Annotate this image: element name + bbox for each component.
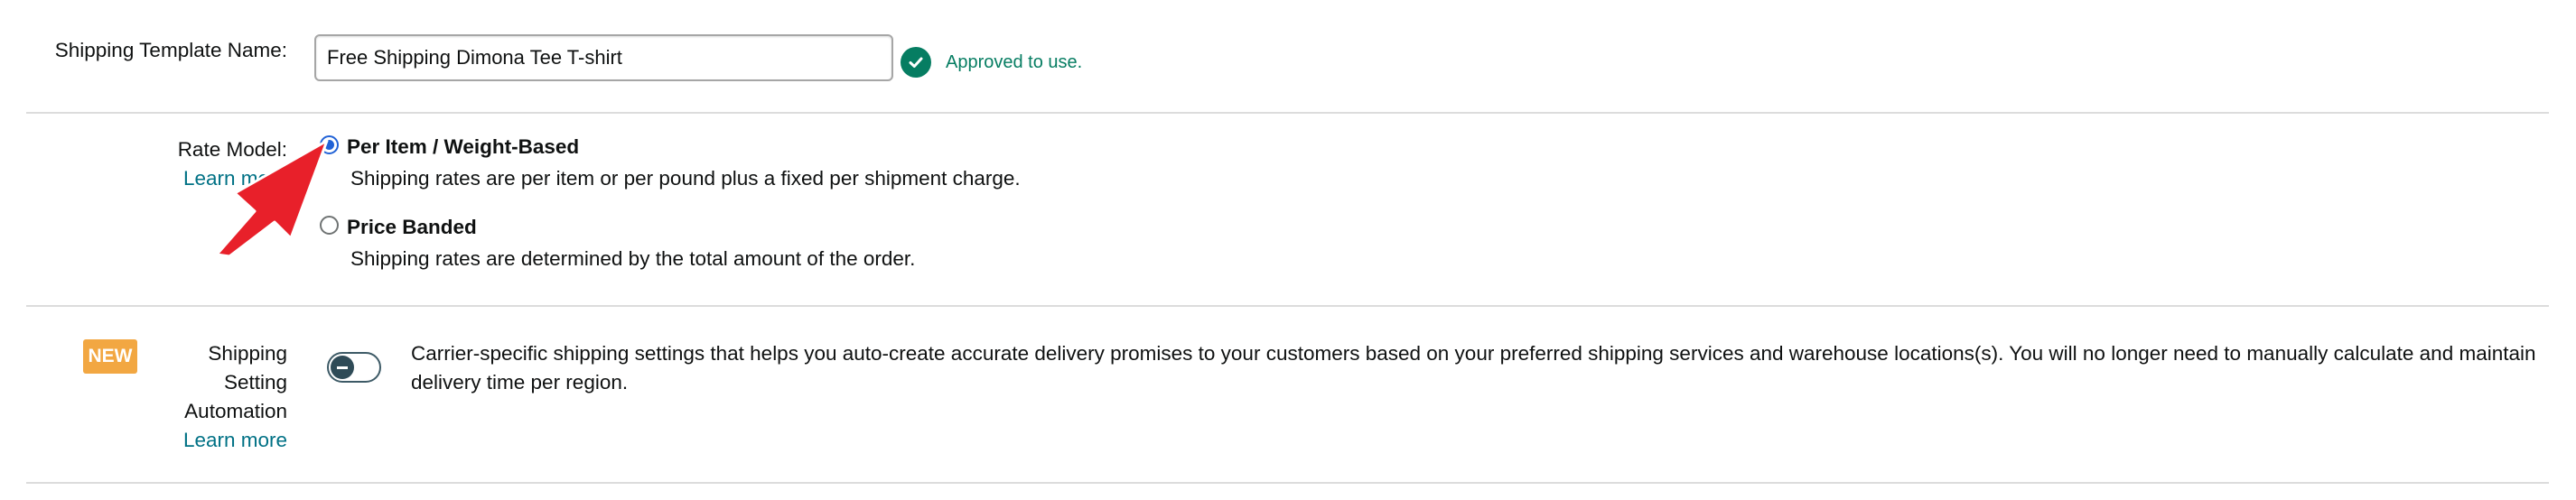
automation-learn-more-link[interactable]: Learn more <box>145 426 287 455</box>
option-price-banded-description: Shipping rates are determined by the tot… <box>350 247 916 270</box>
annotation-arrow-icon <box>215 139 329 258</box>
section-divider <box>26 112 2549 114</box>
template-name-label: Shipping Template Name: <box>54 39 287 61</box>
option-per-item-title: Per Item / Weight-Based <box>347 135 580 158</box>
shipping-template-form: Shipping Template Name: Approved to use.… <box>0 0 2576 500</box>
template-name-input[interactable] <box>314 34 893 81</box>
check-circle-icon <box>901 47 931 78</box>
section-divider <box>26 305 2549 307</box>
new-badge: NEW <box>83 339 137 374</box>
option-per-item-description: Shipping rates are per item or per pound… <box>350 167 1021 190</box>
automation-toggle[interactable] <box>327 352 381 383</box>
automation-label-line1: Shipping <box>208 342 287 365</box>
section-divider <box>26 482 2549 484</box>
automation-label-line3: Automation <box>184 400 287 422</box>
approval-status-text: Approved to use. <box>946 51 1083 72</box>
option-price-banded-title: Price Banded <box>347 216 477 238</box>
automation-description: Carrier-specific shipping settings that … <box>411 342 2536 394</box>
approval-status: Approved to use. <box>901 47 1082 78</box>
toggle-off-icon <box>331 356 354 379</box>
automation-label-line2: Setting <box>223 371 287 394</box>
